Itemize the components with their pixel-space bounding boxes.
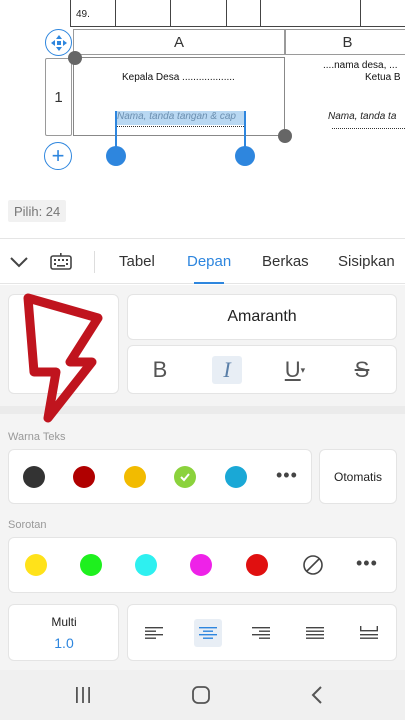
chevron-down-icon xyxy=(10,257,28,268)
strikethrough-icon: S xyxy=(354,357,370,382)
text-color-label: Warna Teks xyxy=(8,431,66,443)
line-spacing-value: 1.0 xyxy=(54,635,74,651)
column-header-a[interactable]: A xyxy=(73,29,285,55)
italic-icon: I xyxy=(223,357,231,382)
selection-corner-handle[interactable] xyxy=(68,51,82,65)
selected-text[interactable]: Nama, tanda tangan & cap xyxy=(116,111,246,125)
row-header-1[interactable]: 1 xyxy=(45,58,72,136)
underline-dropdown-icon: ▾ xyxy=(300,364,306,375)
highlight-swatch-cyan[interactable] xyxy=(135,554,157,576)
align-center-icon xyxy=(199,627,217,639)
no-color-icon xyxy=(303,555,323,575)
distributed-button[interactable] xyxy=(355,619,383,647)
align-justify-icon xyxy=(306,627,324,639)
tab-berkas[interactable]: Berkas xyxy=(262,253,309,270)
justify-button[interactable] xyxy=(301,619,329,647)
ribbon-tab-bar: Tabel Depan Berkas Sisipkan xyxy=(0,238,405,284)
text-color-swatch-black[interactable] xyxy=(23,466,45,488)
cell-b1-line1: ....nama desa, ... xyxy=(323,60,398,71)
cell-a1-title: Kepala Desa ................... xyxy=(122,72,235,83)
bold-icon: B xyxy=(152,357,168,382)
more-dots-icon: ••• xyxy=(356,553,378,573)
highlight-swatch-magenta[interactable] xyxy=(190,554,212,576)
text-color-more-button[interactable]: ••• xyxy=(276,465,298,486)
text-color-swatch-cyan[interactable] xyxy=(225,466,247,488)
cell-b1-placeholder: Nama, tanda ta xyxy=(328,111,397,122)
home-icon xyxy=(192,686,210,704)
align-left-icon xyxy=(145,627,163,639)
spreadsheet-canvas[interactable]: 49. A B 1 Kepala Desa ..................… xyxy=(0,0,405,235)
text-color-swatch-green[interactable] xyxy=(174,466,196,488)
line-spacing-selector[interactable]: Multi 1.0 xyxy=(8,604,119,661)
more-dots-icon: ••• xyxy=(276,465,298,485)
row-number-text: 49. xyxy=(76,9,90,20)
system-navigation-bar xyxy=(0,670,405,720)
keyboard-button[interactable] xyxy=(50,251,72,273)
checkmark-icon xyxy=(180,473,190,482)
tab-sisipkan[interactable]: Sisipkan xyxy=(338,253,395,270)
tab-separator xyxy=(94,251,95,273)
highlight-more-button[interactable]: ••• xyxy=(356,553,378,574)
collapse-ribbon-button[interactable] xyxy=(8,251,30,273)
previous-row-grid xyxy=(70,0,405,27)
back-icon xyxy=(311,686,322,704)
home-button[interactable] xyxy=(188,683,214,707)
font-name-selector[interactable]: Amaranth xyxy=(127,294,397,340)
signature-dotted-line xyxy=(116,126,246,127)
selection-start-knob[interactable] xyxy=(106,146,126,166)
plus-icon: + xyxy=(51,143,65,168)
add-row-button[interactable]: + xyxy=(44,142,72,170)
back-button[interactable] xyxy=(304,683,330,707)
highlight-swatch-red[interactable] xyxy=(246,554,268,576)
align-distributed-icon xyxy=(360,626,378,639)
active-tab-indicator xyxy=(194,282,224,284)
tab-tabel[interactable]: Tabel xyxy=(119,253,155,270)
text-color-palette xyxy=(8,449,312,504)
recent-apps-button[interactable] xyxy=(70,683,96,707)
line-spacing-mode: Multi xyxy=(51,615,77,629)
text-color-swatch-red[interactable] xyxy=(73,466,95,488)
align-right-button[interactable] xyxy=(247,619,275,647)
selection-count: Pilih: 24 xyxy=(8,200,67,222)
underline-icon: U xyxy=(284,357,301,382)
highlight-swatch-green[interactable] xyxy=(80,554,102,576)
strikethrough-button[interactable]: S xyxy=(347,356,377,384)
cell-b1-dotted-line xyxy=(332,128,405,129)
column-header-b[interactable]: B xyxy=(285,29,405,55)
highlight-label: Sorotan xyxy=(8,519,47,531)
red-arrow-annotation-icon xyxy=(23,293,103,423)
align-left-button[interactable] xyxy=(140,619,168,647)
keyboard-icon xyxy=(50,253,72,270)
highlight-swatch-yellow[interactable] xyxy=(25,554,47,576)
selection-end-knob[interactable] xyxy=(235,146,255,166)
underline-button[interactable]: U ▾ xyxy=(280,356,310,384)
selection-resize-handle[interactable] xyxy=(278,129,292,143)
align-center-button[interactable] xyxy=(194,619,222,647)
automatic-color-button[interactable]: Otomatis xyxy=(319,449,397,504)
align-right-icon xyxy=(252,627,270,639)
tab-depan[interactable]: Depan xyxy=(187,253,231,270)
italic-button[interactable]: I xyxy=(212,356,242,384)
text-color-swatch-yellow[interactable] xyxy=(124,466,146,488)
bold-button[interactable]: B xyxy=(145,356,175,384)
move-arrows-icon xyxy=(50,34,67,51)
no-highlight-button[interactable] xyxy=(301,553,325,577)
recents-icon xyxy=(76,687,90,703)
move-table-handle[interactable] xyxy=(45,29,72,56)
cell-b1-line2: Ketua B xyxy=(365,72,401,83)
